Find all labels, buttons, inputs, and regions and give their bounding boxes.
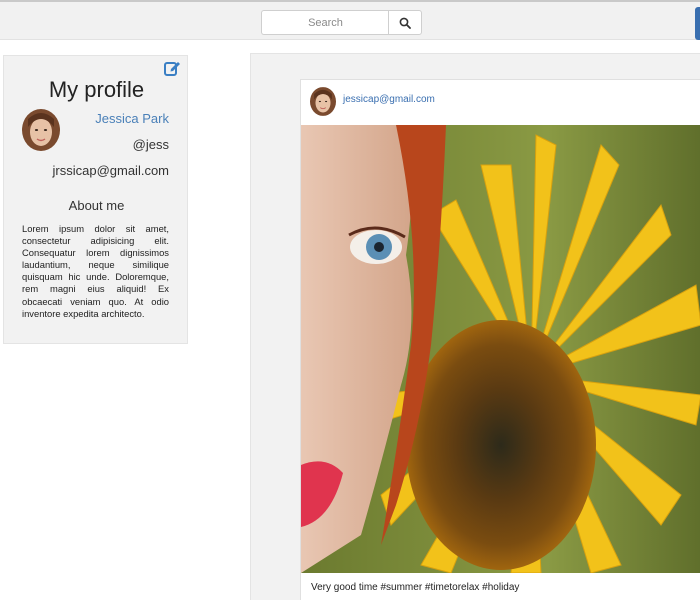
about-heading: About me <box>68 198 125 213</box>
profile-card: My profile Jessica Park @jess jrssicap@g… <box>3 55 188 344</box>
post-image[interactable] <box>301 125 700 573</box>
top-navbar <box>0 0 700 40</box>
profile-title: My profile <box>48 77 145 102</box>
navbar-edge-button[interactable] <box>695 7 700 40</box>
profile-name: Jessica Park <box>95 111 169 126</box>
profile-handle: @jess <box>132 137 169 152</box>
search-input[interactable] <box>261 10 389 35</box>
profile-email: jrssicap@gmail.com <box>52 163 170 178</box>
post-caption: Very good time #summer #timetorelax #hol… <box>311 582 520 593</box>
avatar <box>22 109 60 151</box>
post-avatar <box>310 87 336 116</box>
search-icon <box>399 17 411 29</box>
search-button[interactable] <box>388 10 422 35</box>
edit-icon[interactable] <box>163 59 181 77</box>
post-author-link[interactable]: jessicap@gmail.com <box>343 94 435 105</box>
about-text: Lorem ipsum dolor sit amet, consectetur … <box>22 223 169 319</box>
post-card: jessicap@gmail.com Very good time #summe… <box>300 79 700 600</box>
